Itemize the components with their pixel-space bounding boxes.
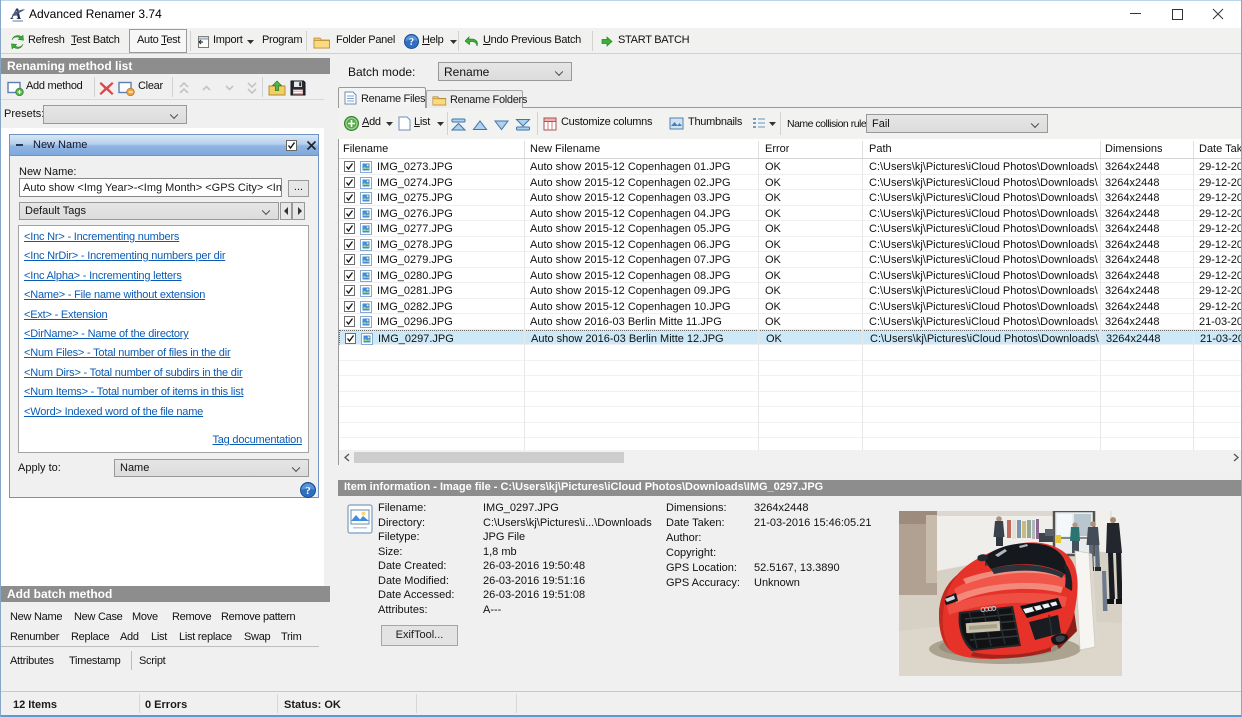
svg-text:?: ? [409,37,414,48]
svg-text:?: ? [305,485,311,497]
